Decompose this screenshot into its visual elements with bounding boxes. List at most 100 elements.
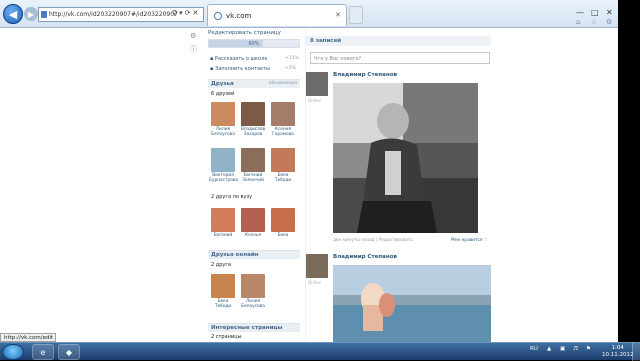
tools-gear-icon[interactable]: ⚙ xyxy=(606,18,612,26)
friend-name: Бека Тебоди xyxy=(274,173,292,183)
refresh-icon[interactable]: ⟳ xyxy=(185,9,193,17)
task-item[interactable]: ▪ Рассказать о школе xyxy=(210,56,267,62)
friend-name: Лилия Белоусова xyxy=(241,299,265,309)
page-icon xyxy=(41,11,47,18)
friend-avatar xyxy=(211,148,235,172)
friend-card[interactable]: Евгений xyxy=(209,208,237,238)
stop-icon[interactable]: ✕ xyxy=(193,9,201,17)
post-meta[interactable]: две минуты назад | Редактировать xyxy=(333,238,413,243)
app-taskbar-icon[interactable]: ◆ xyxy=(58,344,80,360)
friend-name: Бека xyxy=(277,233,289,238)
friend-avatar xyxy=(241,148,265,172)
friend-card[interactable]: Лилия Белоусова xyxy=(239,274,267,309)
vk-page: ⚙ ⓘ Редактировать страницу 60% ▪ Рассказ… xyxy=(0,28,618,342)
friends-count: 6 друзей xyxy=(211,91,235,97)
online-title: Друзья онлайн xyxy=(211,252,259,258)
post-photo[interactable] xyxy=(333,83,478,233)
maximize-icon[interactable]: □ xyxy=(591,8,599,17)
post-author[interactable]: Владимир Степанов xyxy=(333,254,397,260)
friend-avatar xyxy=(241,208,265,232)
info-icon[interactable]: ⓘ xyxy=(190,44,197,54)
friend-card[interactable]: Виктория Бурнастрова xyxy=(209,148,239,183)
browser-toolbar: ◀ ▶ http://vk.com/id203220907#/id2032209… xyxy=(0,0,618,28)
wall-header[interactable]: 8 записей xyxy=(306,36,492,46)
edit-page-link[interactable]: Редактировать страницу xyxy=(208,30,281,36)
friend-name: Бека Тебоди xyxy=(214,299,232,309)
friend-name: Евгений xyxy=(213,233,233,238)
university-count[interactable]: 2 друга по вузу xyxy=(211,194,252,200)
post-avatar[interactable] xyxy=(306,72,328,96)
friend-name: Евгений Запкечий xyxy=(242,173,264,183)
post-avatar[interactable] xyxy=(306,254,328,278)
friend-name: Лилия Белоусова xyxy=(211,127,235,137)
post-author[interactable]: Владимир Степанов xyxy=(333,72,397,78)
post-online-status: Online xyxy=(308,98,321,103)
wall-post-input[interactable]: Что у Вас нового? xyxy=(310,52,490,64)
clock-date: 10.11.2012 xyxy=(602,352,634,358)
friend-avatar xyxy=(241,274,265,298)
interests-title: Интересные страницы xyxy=(211,325,283,331)
start-button[interactable] xyxy=(2,344,24,360)
task-pct: +15% xyxy=(285,56,299,61)
address-text: http://vk.com/id203220907#/id203220907 xyxy=(49,11,178,18)
address-tools[interactable]: ⚲▾⟳✕ xyxy=(172,9,200,17)
clock[interactable]: 1:04 10.11.2012 xyxy=(602,345,634,359)
close-window-icon[interactable]: ✕ xyxy=(606,8,613,17)
friend-card[interactable]: Бека xyxy=(269,208,297,238)
task-pct: +5% xyxy=(285,66,296,71)
friends-updates-link[interactable]: обновления xyxy=(269,81,297,86)
right-blank-area xyxy=(491,28,618,342)
friend-card[interactable]: Евгений Запкечий xyxy=(239,148,267,183)
friend-avatar xyxy=(211,274,235,298)
like-button[interactable]: Мне нравится ♡ xyxy=(451,238,488,243)
friend-card[interactable]: Ксения Горамова xyxy=(269,102,297,137)
tab-close-icon[interactable]: ✕ xyxy=(335,11,341,19)
friend-card[interactable]: Владислав Захаров xyxy=(239,102,267,137)
tab-title: vk.com xyxy=(226,12,252,20)
progress-label: 60% xyxy=(248,41,260,47)
friend-name: Виктория Бурнастрова xyxy=(209,173,239,183)
friend-avatar xyxy=(211,208,235,232)
wall: 8 записей Что у Вас нового? Online Влади… xyxy=(305,28,492,342)
minimize-icon[interactable]: — xyxy=(576,8,584,17)
friend-name: Ксения Горамова xyxy=(272,127,294,137)
profile-progress: 60% xyxy=(208,39,300,48)
online-header[interactable]: Друзья онлайн xyxy=(208,250,300,259)
profile-sidebar: Редактировать страницу 60% ▪ Рассказать … xyxy=(205,28,301,342)
task-item[interactable]: ▪ Заполнить контакты xyxy=(210,66,270,72)
taskbar: e ◆ RU ▲ ▣ ♬ ⚑ 1:04 10.11.2012 xyxy=(0,342,640,361)
friend-avatar xyxy=(271,208,295,232)
ie-taskbar-icon[interactable]: e xyxy=(32,344,54,360)
friend-card[interactable]: Лилия Белоусова xyxy=(209,102,237,137)
flag-icon[interactable]: ⚑ xyxy=(586,346,591,352)
status-bar-url: http://vk.com/edit xyxy=(0,333,56,342)
friend-card[interactable]: Бека Тебоди xyxy=(269,148,297,183)
new-tab-button[interactable] xyxy=(349,6,363,24)
online-count: 2 друга xyxy=(211,262,232,268)
friend-card[interactable]: Бека Тебоди xyxy=(209,274,237,309)
friend-avatar xyxy=(241,102,265,126)
network-icon[interactable]: ▣ xyxy=(560,346,565,352)
friend-card[interactable]: Ксенья xyxy=(239,208,267,238)
tab-vk[interactable]: vk.com ✕ xyxy=(207,4,347,26)
clock-time: 1:04 xyxy=(611,345,624,351)
home-icon[interactable]: ⌂ xyxy=(576,18,580,26)
friend-avatar xyxy=(271,148,295,172)
settings-icon[interactable]: ⚙ xyxy=(190,32,196,40)
friend-avatar xyxy=(211,102,235,126)
friend-avatar xyxy=(271,102,295,126)
screen: ◀ ▶ http://vk.com/id203220907#/id2032209… xyxy=(0,0,640,361)
show-desktop-button[interactable] xyxy=(632,343,640,361)
tray-arrow-icon[interactable]: ▲ xyxy=(547,346,551,352)
friend-name: Владислав Захаров xyxy=(240,127,266,137)
interests-header[interactable]: Интересные страницы xyxy=(208,323,300,332)
back-button[interactable]: ◀ xyxy=(3,4,23,24)
favorites-icon[interactable]: ☆ xyxy=(591,18,597,26)
interests-count: 2 страницы xyxy=(211,334,242,340)
post-photo[interactable] xyxy=(333,265,492,342)
friends-header[interactable]: Друзья обновления xyxy=(208,79,300,88)
volume-icon[interactable]: ♬ xyxy=(573,346,578,352)
forward-button[interactable]: ▶ xyxy=(24,7,38,21)
friend-name: Ксенья xyxy=(245,233,261,238)
language-indicator[interactable]: RU xyxy=(530,346,538,352)
